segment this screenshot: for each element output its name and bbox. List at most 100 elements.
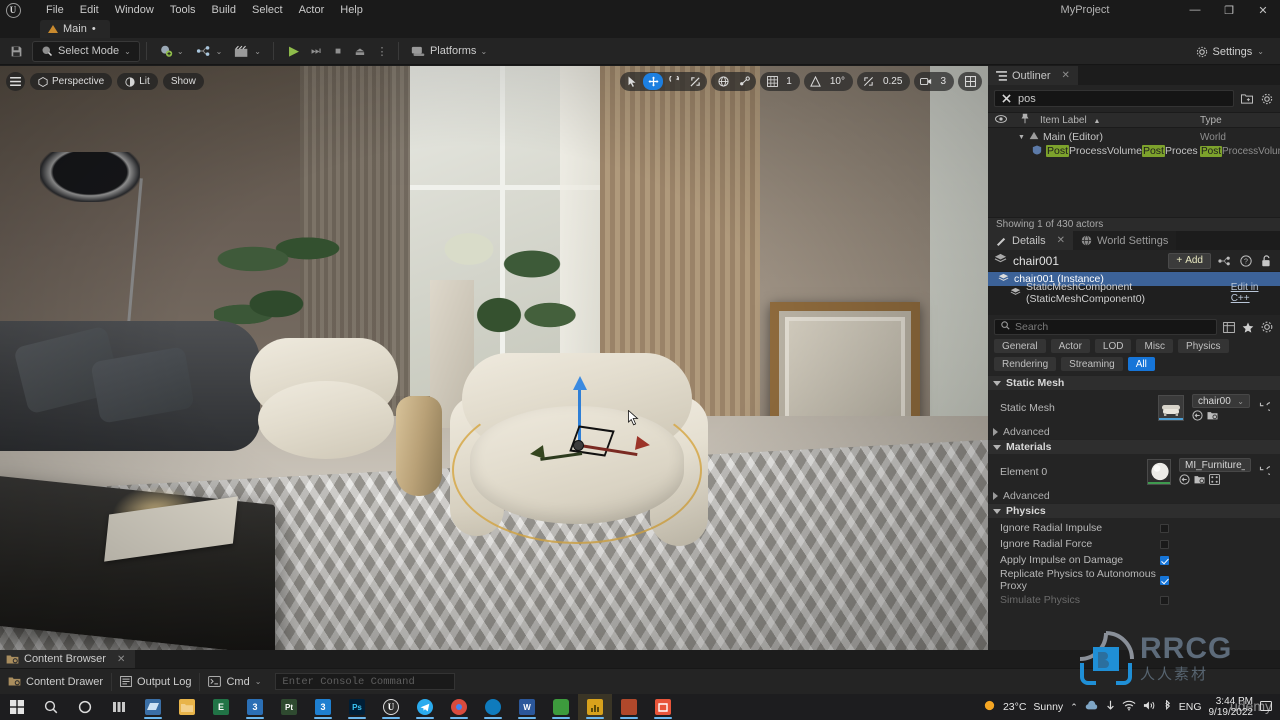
windows-start-icon[interactable]	[0, 694, 34, 720]
reset-to-default-icon[interactable]	[1259, 402, 1270, 413]
cortana-icon[interactable]	[68, 694, 102, 720]
filter-chip-streaming[interactable]: Streaming	[1061, 357, 1123, 371]
cinematics-button[interactable]: ⌄	[228, 41, 267, 62]
item-label-column[interactable]: Item Label ▲	[1036, 115, 1200, 126]
filter-chip-general[interactable]: General	[994, 339, 1046, 353]
taskbar-app-3ds-max[interactable]: 3	[238, 694, 272, 720]
cmd-dropdown[interactable]: Cmd ⌄	[200, 673, 269, 691]
filter-chip-actor[interactable]: Actor	[1050, 339, 1090, 353]
tray-overflow-chevron-icon[interactable]: ⌃	[1070, 702, 1078, 713]
section-header-physics[interactable]: Physics	[988, 503, 1280, 518]
menu-actor[interactable]: Actor	[291, 0, 333, 20]
browse-to-asset-icon[interactable]	[1194, 474, 1205, 485]
taskbar-app-edge[interactable]	[476, 694, 510, 720]
column-view-icon[interactable]	[1221, 320, 1236, 335]
help-icon[interactable]: ?	[1238, 253, 1253, 268]
gizmo-x-arrow-icon[interactable]	[634, 435, 652, 453]
save-icon[interactable]	[6, 41, 26, 61]
material-asset-picker[interactable]: MI_Furniture_	[1179, 458, 1251, 472]
taskbar-app-chrome[interactable]	[442, 694, 476, 720]
skip-button[interactable]: ⏭	[306, 41, 326, 61]
star-icon[interactable]	[1240, 320, 1255, 335]
scale-snap-group[interactable]: 0.25	[856, 72, 911, 91]
tab-world-settings[interactable]: World Settings	[1073, 231, 1177, 250]
search-icon[interactable]	[34, 694, 68, 720]
select-arrow-icon[interactable]	[622, 73, 642, 90]
filter-chip-lod[interactable]: LOD	[1094, 339, 1132, 353]
minimize-button[interactable]: —	[1178, 0, 1212, 20]
material-options-icon[interactable]	[1209, 474, 1220, 485]
play-options-button[interactable]: ⋮	[372, 41, 392, 61]
section-header-materials[interactable]: Materials	[988, 439, 1280, 454]
type-column[interactable]: Type	[1200, 115, 1280, 126]
property-checkbox[interactable]	[1160, 555, 1169, 565]
bluetooth-icon[interactable]	[1163, 698, 1172, 715]
level-viewport[interactable]: Perspective Lit Show 1 10° 0.25 3	[0, 66, 988, 650]
play-button[interactable]: ▶	[284, 41, 304, 61]
eject-button[interactable]: ⏏	[350, 41, 370, 61]
property-checkbox[interactable]	[1160, 523, 1169, 533]
viewport-layout-icon[interactable]	[960, 73, 980, 90]
rotate-gizmo-icon[interactable]	[664, 73, 684, 90]
taskbar-app-word[interactable]: W	[510, 694, 544, 720]
restore-button[interactable]: ❐	[1212, 0, 1246, 20]
taskbar-app-substance-designer[interactable]	[612, 694, 646, 720]
use-selected-asset-icon[interactable]	[1179, 474, 1190, 485]
property-row-replicate-physics[interactable]: Replicate Physics to Autonomous Proxy	[988, 568, 1280, 592]
property-row-simulate-physics[interactable]: Simulate Physics	[988, 592, 1280, 608]
materials-advanced-row[interactable]: Advanced	[988, 489, 1280, 503]
close-icon[interactable]: ✕	[1062, 70, 1070, 81]
view-options-icon[interactable]	[1259, 320, 1274, 335]
taskbar-app-3ds-max-2[interactable]: 3	[306, 694, 340, 720]
world-coordinate-icon[interactable]	[713, 73, 733, 90]
add-component-button[interactable]: + Add	[1168, 252, 1211, 269]
taskbar-app-telegram[interactable]	[408, 694, 442, 720]
grid-snap-icon[interactable]	[762, 73, 782, 90]
wifi-icon[interactable]	[1122, 700, 1136, 714]
outliner-row-postprocessvolume[interactable]: PostProcessVolumePostProcessVolume PostP…	[988, 144, 1280, 158]
outliner-settings-icon[interactable]	[1259, 91, 1274, 106]
volume-icon[interactable]	[1143, 700, 1156, 714]
unlock-icon[interactable]	[1259, 253, 1274, 268]
tab-outliner[interactable]: Outliner ✕	[988, 66, 1078, 85]
property-checkbox[interactable]	[1160, 575, 1169, 585]
property-row-ignore-radial-impulse[interactable]: Ignore Radial Impulse	[988, 520, 1280, 536]
gizmo-y-arrow-icon[interactable]	[529, 445, 545, 461]
camera-mode-dropdown[interactable]: Perspective	[30, 73, 113, 90]
filter-chip-rendering[interactable]: Rendering	[994, 357, 1057, 371]
language-indicator[interactable]: ENG	[1179, 701, 1202, 713]
close-button[interactable]: ✕	[1246, 0, 1280, 20]
details-search-input[interactable]: Search	[994, 319, 1217, 335]
taskbar-app-windows-explorer[interactable]	[136, 694, 170, 720]
camera-speed-group[interactable]: 3	[914, 72, 954, 91]
chair-mesh-thumbnail[interactable]	[1158, 394, 1184, 421]
taskbar-app-epic-launcher[interactable]	[646, 694, 680, 720]
expand-arrow-icon[interactable]: ▼	[1018, 134, 1025, 141]
grid-snap-group[interactable]: 1	[760, 72, 800, 91]
stop-button[interactable]: ■	[328, 41, 348, 61]
material-sphere-thumbnail[interactable]	[1146, 458, 1171, 485]
tab-main-level[interactable]: Main •	[40, 20, 110, 38]
property-checkbox[interactable]	[1160, 595, 1169, 605]
gizmo-z-arrow-icon[interactable]	[573, 376, 587, 390]
output-log-button[interactable]: Output Log	[112, 672, 201, 691]
taskbar-app-marvelous-designer[interactable]	[544, 694, 578, 720]
filter-chip-all[interactable]: All	[1127, 357, 1155, 371]
static-mesh-advanced-row[interactable]: Advanced	[988, 425, 1280, 439]
property-checkbox[interactable]	[1160, 539, 1169, 549]
taskbar-app-excel[interactable]: E	[204, 694, 238, 720]
select-mode-dropdown[interactable]: Select Mode ⌄	[32, 40, 140, 62]
taskbar-app-unreal-engine[interactable]: U	[374, 694, 408, 720]
menu-window[interactable]: Window	[107, 0, 162, 20]
settings-button[interactable]: Settings ⌄	[1188, 41, 1272, 62]
filter-chip-physics[interactable]: Physics	[1178, 339, 1229, 353]
edit-in-cpp-link[interactable]: Edit in C++	[1231, 282, 1274, 304]
section-header-static-mesh[interactable]: Static Mesh	[988, 375, 1280, 390]
onedrive-icon[interactable]	[1085, 700, 1099, 714]
gizmo-y-axis[interactable]	[540, 452, 583, 461]
console-command-input[interactable]: Enter Console Command	[275, 673, 456, 690]
angle-snap-group[interactable]: 10°	[803, 72, 853, 91]
scale-gizmo-icon[interactable]	[685, 73, 705, 90]
move-gizmo-icon[interactable]	[643, 73, 664, 90]
add-actor-button[interactable]: ⌄	[153, 41, 190, 62]
